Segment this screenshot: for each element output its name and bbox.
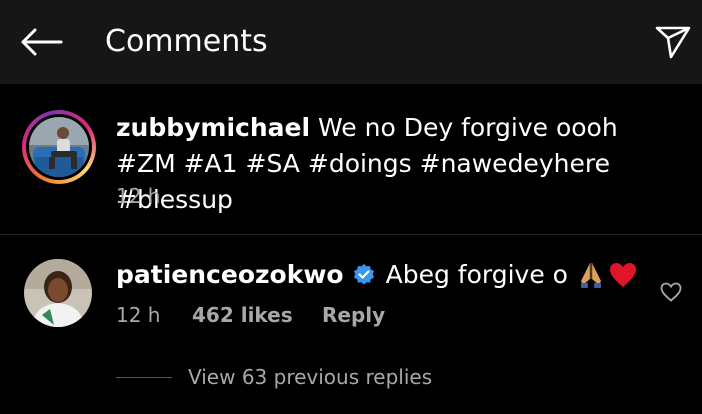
like-comment-button[interactable] <box>656 277 686 307</box>
comment-username[interactable]: patienceozokwo <box>116 257 344 293</box>
folded-hands-icon <box>578 261 604 289</box>
send-icon <box>655 26 691 59</box>
caption-username[interactable]: zubbymichael <box>116 113 310 142</box>
view-replies-label: View 63 previous replies <box>188 365 433 389</box>
hashtag-link[interactable]: #doings <box>308 149 412 178</box>
post-caption: zubbymichael We no Dey forgive oooh #ZM … <box>0 84 702 234</box>
red-heart-icon <box>608 261 638 289</box>
hashtag-link[interactable]: #SA <box>246 149 300 178</box>
replies-divider-line <box>116 376 172 378</box>
back-button[interactable] <box>16 20 66 64</box>
comment-meta: 12 h 462 likes Reply <box>116 303 385 327</box>
hashtag-link[interactable]: #A1 <box>184 149 238 178</box>
arrow-left-icon <box>21 28 63 56</box>
comment-timestamp: 12 h <box>116 303 161 327</box>
caption-body: We no Dey forgive oooh <box>310 113 618 142</box>
comment-item: patienceozokwo Abeg forgive o 12 h 462 l… <box>0 235 702 345</box>
heart-outline-icon <box>660 282 682 302</box>
comment-text: Abeg forgive o <box>385 260 568 289</box>
story-ring[interactable] <box>22 110 96 184</box>
hashtag-link[interactable]: #ZM <box>116 149 176 178</box>
caption-timestamp: 12 h <box>116 184 161 208</box>
reply-button[interactable]: Reply <box>322 303 385 327</box>
avatar-frame <box>26 114 92 180</box>
likes-count-link[interactable]: 462 likes <box>192 303 322 327</box>
share-button[interactable] <box>650 20 696 64</box>
hashtag-link[interactable]: #nawedeyhere <box>420 149 610 178</box>
caption-text: zubbymichael We no Dey forgive oooh #ZM … <box>116 110 676 218</box>
top-bar: Comments <box>0 0 702 84</box>
page-title: Comments <box>105 24 268 59</box>
comment-line: patienceozokwo Abeg forgive o <box>116 257 638 293</box>
avatar[interactable] <box>24 259 92 327</box>
avatar <box>29 117 89 177</box>
verified-badge-icon <box>352 263 376 287</box>
view-replies-button[interactable]: View 63 previous replies <box>116 362 432 392</box>
